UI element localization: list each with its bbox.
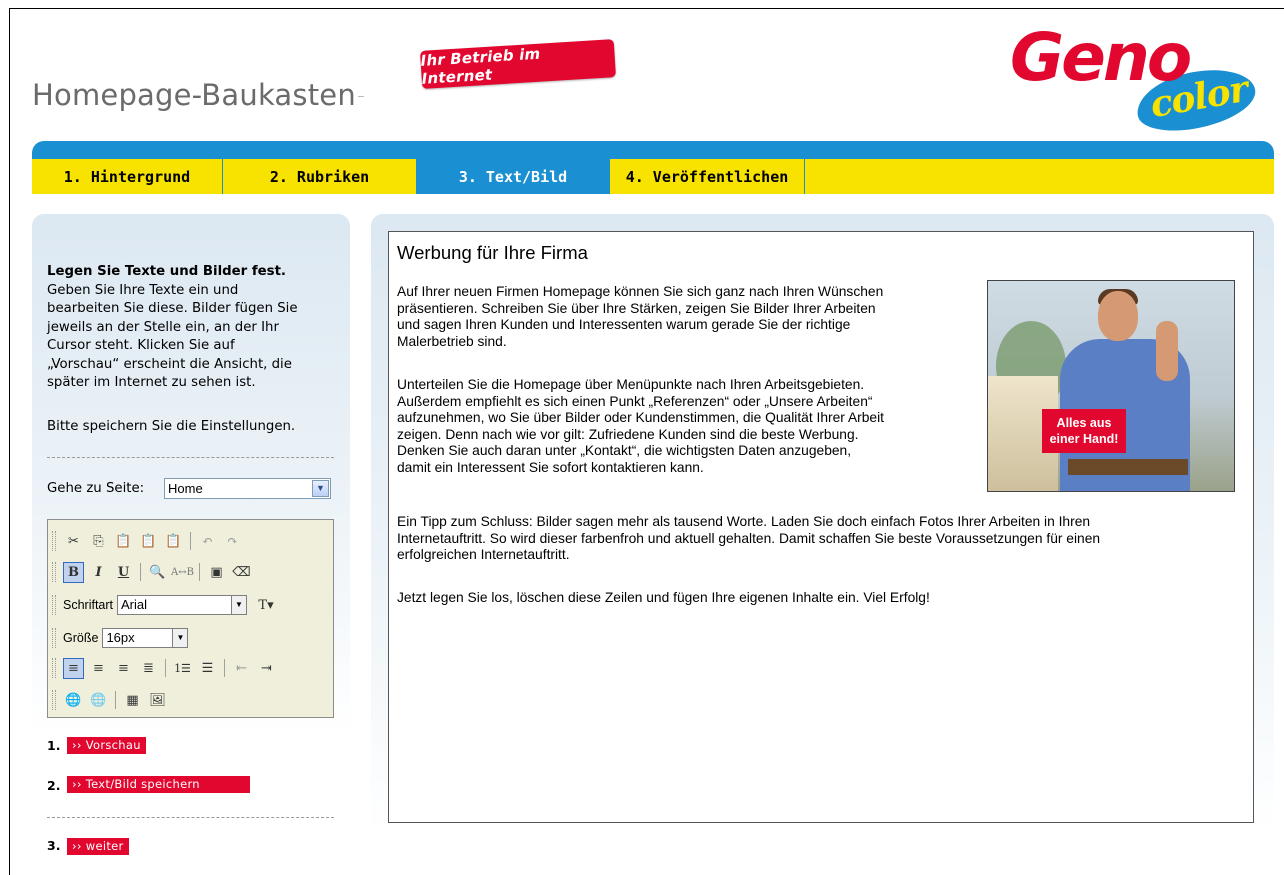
outdent-icon[interactable]: ⇤ <box>231 658 252 679</box>
insert-image-icon[interactable]: 🖼 <box>147 690 168 711</box>
size-value: 16px <box>106 630 135 645</box>
step-number: 1. <box>47 738 61 753</box>
divider <box>47 457 334 458</box>
chevron-down-icon: ▼ <box>172 629 188 647</box>
italic-icon[interactable]: I <box>88 562 109 583</box>
ordered-list-icon[interactable]: 1☰ <box>172 658 193 679</box>
tab-veroeffentlichen[interactable]: 4. Veröffentlichen <box>610 159 804 194</box>
align-center-icon[interactable]: ≡ <box>88 658 109 679</box>
undo-icon[interactable]: ↶ <box>197 531 218 552</box>
copy-icon[interactable]: ⎘ <box>88 531 109 552</box>
replace-icon[interactable]: A↔B <box>171 562 194 583</box>
tab-text-bild[interactable]: 3. Text/Bild <box>416 159 610 194</box>
tab-hintergrund[interactable]: 1. Hintergrund <box>32 159 222 194</box>
chevron-down-icon: ▼ <box>231 596 247 614</box>
chevron-down-icon: ▼ <box>312 480 329 497</box>
sidebar-line: „Vorschau“ erscheint die Ansicht, die <box>47 356 292 372</box>
paste-icon[interactable]: 📋 <box>113 531 134 552</box>
editor-paragraph: Ein Tipp zum Schluss: Bilder sagen mehr … <box>397 514 1101 562</box>
size-label: Größe <box>63 631 99 645</box>
goto-page-select[interactable]: Home ▼ <box>164 478 331 499</box>
cut-icon[interactable]: ✂ <box>63 531 84 552</box>
bold-icon[interactable]: B <box>63 561 84 583</box>
paste-word-icon[interactable]: 📋 <box>163 531 184 552</box>
editor-paragraph: Unterteilen Sie die Homepage über Menüpu… <box>397 377 884 475</box>
sidebar-line: bearbeiten Sie diese. Bilder fügen Sie <box>47 301 298 316</box>
underline-icon[interactable]: U <box>113 562 134 583</box>
editor-toolbar: ✂ ⎘ 📋 📋 📋 ↶ ↷ B I U 🔍 A↔B ▣ ⌫ Schriftart… <box>47 519 334 718</box>
goto-label: Gehe zu Seite: <box>47 481 145 496</box>
insert-table-icon[interactable]: ▦ <box>122 690 143 711</box>
eraser-icon[interactable]: ⌫ <box>231 562 252 583</box>
sidebar-line: Cursor steht. Klicken Sie auf <box>47 338 235 353</box>
save-note: Bitte speichern Sie die Einstellungen. <box>47 419 296 434</box>
font-select[interactable]: Arial ▼ <box>117 595 248 615</box>
editor-paragraph: Auf Ihrer neuen Firmen Homepage können S… <box>397 284 884 349</box>
remove-link-icon[interactable]: 🌐 <box>88 690 109 711</box>
text-color-icon[interactable]: T▾ <box>253 595 279 616</box>
sidebar-line: Geben Sie Ihre Texte ein und <box>47 282 239 298</box>
rich-text-editor[interactable]: Werbung für Ihre Firma Auf Ihrer neuen F… <box>388 231 1254 823</box>
step-nav: 1. Hintergrund 2. Rubriken 3. Text/Bild … <box>32 159 1274 194</box>
painter-photo: Alles aus einer Hand! <box>987 280 1235 492</box>
editor-paragraph: Jetzt legen Sie los, löschen diese Zeile… <box>397 590 930 605</box>
step-number: 2. <box>47 778 61 793</box>
preview-button[interactable]: ›› Vorschau <box>67 737 146 754</box>
font-label: Schriftart <box>63 598 114 612</box>
unordered-list-icon[interactable]: ☰ <box>197 658 218 679</box>
save-button[interactable]: ›› Text/Bild speichern <box>67 776 250 793</box>
sidebar-line: jeweils an der Stelle ein, an der Ihr <box>47 319 279 335</box>
size-select[interactable]: 16px ▼ <box>102 628 189 648</box>
sidebar-line: später im Internet zu sehen ist. <box>47 375 256 390</box>
indent-icon[interactable]: ⇥ <box>256 658 277 679</box>
goto-page-value: Home <box>168 481 203 496</box>
align-justify-icon[interactable]: ≣ <box>138 658 159 679</box>
sidebar-intro: Legen Sie Texte und Bilder fest. Geben S… <box>47 263 341 393</box>
insert-link-icon[interactable]: 🌐 <box>63 690 84 711</box>
font-value: Arial <box>121 597 148 612</box>
align-right-icon[interactable]: ≡ <box>113 658 134 679</box>
step-number: 3. <box>47 838 61 853</box>
redo-icon[interactable]: ↷ <box>222 531 243 552</box>
app-title: Homepage-Baukasten <box>32 78 364 112</box>
nav-top-strip <box>32 141 1274 159</box>
photo-tag: Alles aus einer Hand! <box>1042 409 1126 453</box>
paste-text-icon[interactable]: 📋 <box>138 531 159 552</box>
next-button[interactable]: ›› weiter <box>67 838 129 855</box>
tab-rubriken[interactable]: 2. Rubriken <box>223 159 416 194</box>
divider <box>47 817 334 818</box>
sidebar-heading: Legen Sie Texte und Bilder fest. <box>47 264 286 279</box>
align-left-icon[interactable]: ≡ <box>63 657 84 679</box>
genocolor-logo: Geno color <box>1010 18 1260 138</box>
find-icon[interactable]: 🔍 <box>147 562 168 583</box>
editor-heading: Werbung für Ihre Firma <box>397 242 588 263</box>
select-all-icon[interactable]: ▣ <box>206 562 227 583</box>
